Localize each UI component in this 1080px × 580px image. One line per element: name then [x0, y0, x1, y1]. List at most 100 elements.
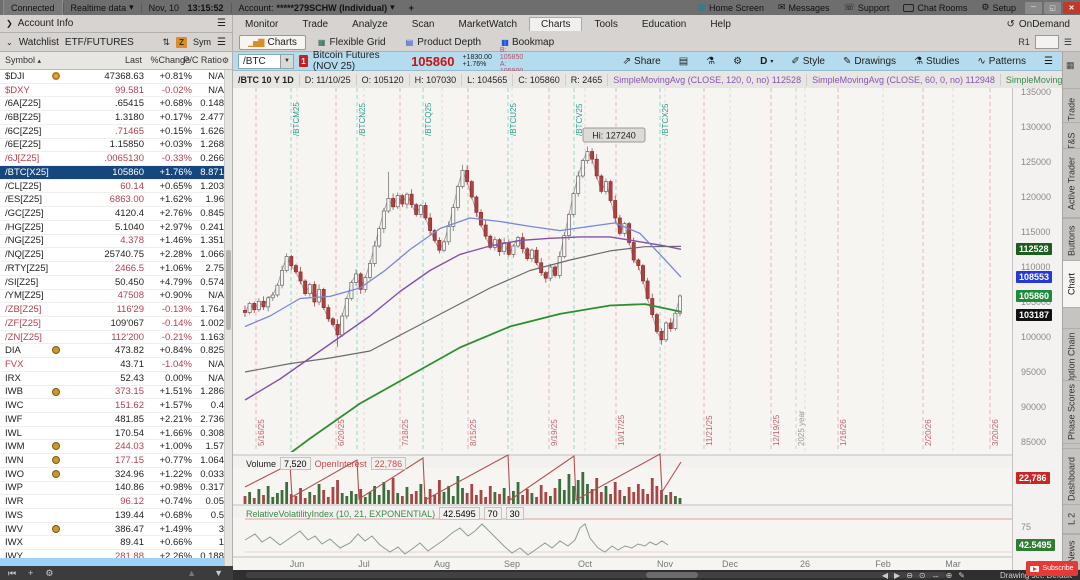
watchlist-row-6cz25[interactable]: /6C[Z25] .71465 +0.15% 1.626	[0, 125, 232, 139]
watchlist-row-hgz25[interactable]: /HG[Z25] 5.1040 +2.97% 0.241	[0, 221, 232, 235]
price-axis[interactable]: 135000 130000 125000 120000 115000 110000 1050…	[1012, 87, 1063, 570]
watchlist-row-znz25[interactable]: /ZN[Z25] 112'200 -0.21% 1.163	[0, 331, 232, 345]
messages-button[interactable]: ✉ Messages	[771, 0, 837, 15]
watchlist-row-iwv[interactable]: IWV 386.47 +1.49% 3	[0, 523, 232, 537]
patterns-button[interactable]: ∿ Patterns	[977, 56, 1026, 67]
zoom-in-icon[interactable]: ⊙	[919, 571, 926, 580]
menu-item-education[interactable]: Education	[630, 18, 698, 31]
cursor-icon[interactable]: ✎	[958, 571, 965, 580]
minimize-button[interactable]: ─	[1025, 1, 1042, 14]
day-aggregation-button[interactable]: D ▾	[760, 56, 773, 67]
add-tab-button[interactable]: +	[402, 0, 421, 15]
watchlist-row-iwn[interactable]: IWN 177.15 +0.77% 1.064	[0, 454, 232, 468]
column-header-ratio[interactable]: P/C Ratio⚙	[183, 55, 229, 65]
watchlist-row-iwo[interactable]: IWO 324.96 +1.22% 0.033	[0, 468, 232, 482]
symbol-dropdown-button[interactable]: ▼	[280, 54, 294, 68]
zoom-out-icon[interactable]: ⊖	[906, 571, 913, 580]
column-header-last[interactable]: Last	[125, 55, 142, 65]
news-icon[interactable]: ▤	[679, 56, 688, 67]
scroll-left-icon[interactable]: ◀	[882, 571, 888, 580]
subtab-flexible-grid[interactable]: ▦ Flexible Grid	[310, 36, 394, 49]
list-icon[interactable]: ☰	[1044, 56, 1053, 67]
watchlist-row-dji[interactable]: $DJI 47368.63 +0.81% N/A	[0, 70, 232, 84]
watchlist-row-partial[interactable]	[0, 558, 226, 566]
add-symbol-button[interactable]: +	[28, 568, 33, 578]
menu-item-trade[interactable]: Trade	[290, 18, 340, 31]
side-tab-active-trader[interactable]: Active Trader	[1063, 148, 1080, 218]
watchlist-row-gcz25[interactable]: /GC[Z25] 4120.4 +2.76% 0.845	[0, 207, 232, 221]
side-tab-phase-scores[interactable]: Phase Scores	[1063, 380, 1080, 444]
watchlist-row-nqz25[interactable]: /NQ[Z25] 25740.75 +2.28% 1.066	[0, 248, 232, 263]
menu-item-scan[interactable]: Scan	[400, 18, 447, 31]
close-button[interactable]: ✕	[1063, 1, 1080, 14]
watchlist-row-ngz25[interactable]: /NG[Z25] 4.378 +1.46% 1.351	[0, 235, 232, 249]
watchlist-scrollbar[interactable]	[224, 70, 232, 566]
side-tab-buttons[interactable]: Buttons	[1063, 218, 1080, 264]
menu-item-analyze[interactable]: Analyze	[340, 18, 400, 31]
home-screen-button[interactable]: ▦ Home Screen	[690, 0, 771, 15]
gear-icon[interactable]: ⚙	[45, 568, 53, 579]
watchlist-row-dia[interactable]: DIA 473.82 +0.84% 0.825	[0, 344, 232, 359]
watchlist-row-rtyz25[interactable]: /RTY[Z25] 2466.5 +1.06% 2.75	[0, 262, 232, 276]
watchlist-row-clz25[interactable]: /CL[Z25] 60.14 +0.65% 1.203	[0, 180, 232, 194]
subscribe-overlay-button[interactable]: Subscribe	[1026, 561, 1078, 576]
watchlist-row-siz25[interactable]: /SI[Z25] 50.450 +4.79% 0.574	[0, 276, 232, 290]
expand-icon[interactable]: ↔	[932, 571, 940, 580]
restore-button[interactable]: ◱	[1044, 1, 1061, 14]
side-tab-chart[interactable]: Chart	[1063, 260, 1080, 308]
drawings-button[interactable]: ✎ Drawings	[843, 56, 896, 67]
watchlist-row-6ez25[interactable]: /6E[Z25] 1.15850 +0.03% 1.268	[0, 139, 232, 153]
subtab-product-depth[interactable]: ▤ Product Depth	[398, 36, 490, 49]
realtime-data-menu[interactable]: Realtime data ▾	[64, 0, 141, 15]
watchlist-row-iwx[interactable]: IWX 89.41 +0.66% 1	[0, 536, 232, 551]
watchlist-type-selector[interactable]: ETF/FUTURES	[65, 37, 134, 48]
scroll-down-icon[interactable]: ▼	[214, 568, 223, 578]
column-header-symbol[interactable]: Symbol ▴	[5, 55, 41, 65]
watchlist-row-fvx[interactable]: FVX 43.71 -1.04% N/A	[0, 358, 232, 372]
watchlist-row-esz25[interactable]: /ES[Z25] 6863.00 +1.62% 1.96	[0, 193, 232, 208]
chat-rooms-button[interactable]: Chat Rooms	[896, 0, 974, 15]
sma-study-label[interactable]: SimpleMoving...	[1001, 74, 1062, 86]
sma-study-label[interactable]: SimpleMovingAvg (CLOSE, 60, 0, no) 11294…	[807, 73, 1001, 86]
watchlist-row-irx[interactable]: IRX 52.43 0.00% N/A	[0, 372, 232, 386]
style-button[interactable]: ✐ Style	[791, 56, 825, 67]
menu-item-marketwatch[interactable]: MarketWatch	[447, 18, 530, 31]
connection-status[interactable]: Connected	[3, 0, 63, 16]
list-icon[interactable]: ☰	[1064, 37, 1072, 48]
watchlist-row-zbz25[interactable]: /ZB[Z25] 116'29 -0.13% 1.764	[0, 303, 232, 317]
subtab-charts[interactable]: ▁▅▇ Charts	[239, 34, 306, 50]
crosshair-icon[interactable]: ⊕	[946, 571, 953, 580]
share-button[interactable]: ⇗ Share	[623, 56, 661, 67]
watchlist-row-iws[interactable]: IWS 139.44 +0.68% 0.5	[0, 509, 232, 523]
menu-item-tools[interactable]: Tools	[582, 18, 629, 31]
watchlist-row-iwc[interactable]: IWC 151.62 +1.57% 0.4	[0, 399, 232, 413]
menu-item-charts[interactable]: Charts	[529, 17, 583, 31]
watchlist-row-dxy[interactable]: $DXY 99.581 -0.02% N/A	[0, 84, 232, 98]
side-tab-dashboard[interactable]: Dashboard	[1063, 448, 1080, 510]
studies-button[interactable]: ⚗ Studies	[914, 56, 959, 67]
chart-area[interactable]: 5/16/25 6/20/25 7/18/25 8/15/25 9/19/25 10/17…	[233, 88, 1012, 570]
gear-icon[interactable]: ⚙	[733, 56, 742, 67]
menu-item-monitor[interactable]: Monitor	[233, 18, 290, 31]
scrollbar-handle[interactable]	[646, 572, 698, 578]
link-box[interactable]	[1034, 35, 1059, 49]
scroll-up-icon[interactable]: ▲	[187, 568, 196, 578]
chart-horizontal-scrollbar[interactable]	[246, 572, 946, 578]
watchlist-row-iwm[interactable]: IWM 244.03 +1.00% 1.57	[0, 440, 232, 455]
chevron-down-icon[interactable]: ⌄	[6, 38, 13, 47]
price-chart-svg[interactable]: 5/16/25 6/20/25 7/18/25 8/15/25 9/19/25 10/17…	[233, 88, 1012, 570]
list-icon[interactable]: ☰	[217, 37, 226, 48]
watchlist-row-6jz25[interactable]: /6J[Z25] .0065130 -0.33% 0.266	[0, 152, 232, 167]
account-selector[interactable]: Account: *****279SCHW (Individual) ▾	[232, 0, 402, 15]
skip-start-icon[interactable]: ⏮	[8, 568, 16, 579]
watchlist-row-6bz25[interactable]: /6B[Z25] 1.3180 +0.17% 2.477	[0, 111, 232, 125]
watchlist-row-zfz25[interactable]: /ZF[Z25] 109'067 -0.14% 1.002	[0, 317, 232, 331]
sma-study-label[interactable]: SimpleMovingAvg (CLOSE, 120, 0, no) 1125…	[608, 73, 808, 86]
list-icon[interactable]: ☰	[217, 18, 226, 29]
watchlist-row-iwp[interactable]: IWP 140.86 +0.98% 0.317	[0, 482, 232, 496]
symbol-input[interactable]: /BTC ▼	[238, 53, 295, 69]
watchlist-row-iwl[interactable]: IWL 170.54 +1.66% 0.308	[0, 427, 232, 441]
scroll-right-icon[interactable]: ▶	[894, 571, 900, 580]
watchlist-row-iwb[interactable]: IWB 373.15 +1.51% 1.286	[0, 386, 232, 400]
sort-icon[interactable]: ⇅	[162, 37, 170, 48]
